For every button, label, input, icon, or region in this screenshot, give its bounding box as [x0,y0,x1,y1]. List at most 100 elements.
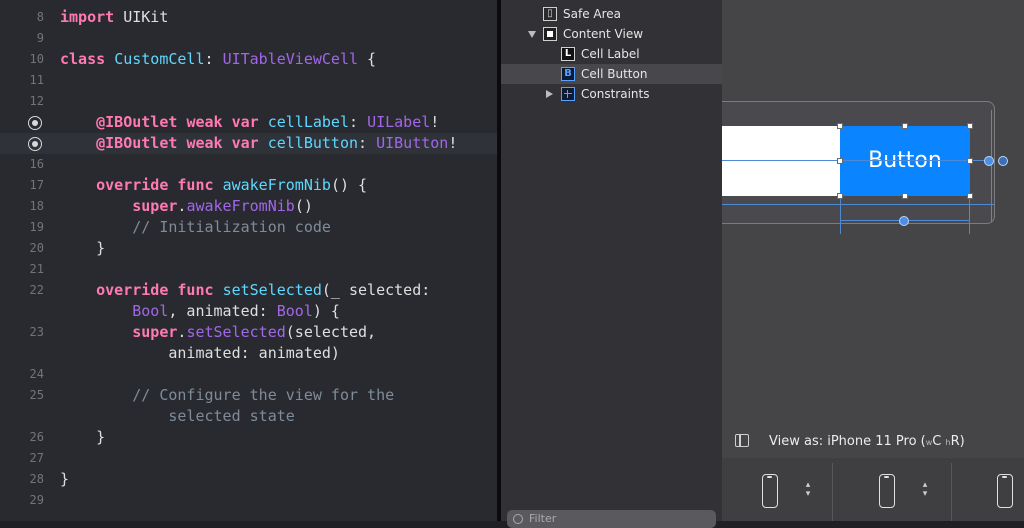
code-token: cellLabel [267,113,349,131]
constraint-line [722,160,994,161]
resize-handle[interactable] [902,123,908,129]
outline-item-constraints[interactable]: Constraints [501,84,722,104]
code-text: // Configure the view for the [60,385,394,406]
iphone-device-icon[interactable] [997,474,1013,508]
code-line[interactable]: animated: animated) [0,343,497,364]
code-line[interactable]: 13 @IBOutlet weak var cellLabel: UILabel… [0,112,497,133]
iphone-device-icon[interactable] [879,474,895,508]
code-token: var [231,113,259,131]
code-line[interactable]: 21 [0,259,497,280]
orientation-stepper-icon[interactable]: ▴ ▾ [920,481,930,499]
code-line[interactable]: 11 [0,70,497,91]
code-text: import UIKit [60,7,168,28]
orientation-stepper-icon[interactable]: ▴ ▾ [803,481,813,499]
outline-item-content-view[interactable]: Content View [501,24,722,44]
code-line[interactable]: 14 @IBOutlet weak var cellButton: UIButt… [0,133,497,154]
code-token: setSelected [222,281,322,299]
code-line[interactable]: 28} [0,469,497,490]
code-token: (selected, [285,323,377,341]
code-line[interactable]: 25 // Configure the view for the [0,385,497,406]
code-token: UIButton [376,134,449,152]
code-line[interactable]: 9 [0,28,497,49]
code-token: // Configure the view for the [132,386,395,404]
disclosure-expanded-icon[interactable] [528,31,536,38]
constraints-icon [561,87,575,101]
code-token: Bool [132,302,169,320]
filter-icon [513,514,523,524]
code-line[interactable]: 12 [0,91,497,112]
code-line[interactable]: 18 super.awakeFromNib() [0,196,497,217]
iphone-device-icon[interactable] [762,474,778,508]
line-number: 8 [36,10,44,24]
code-token: } [60,470,70,488]
line-number: 16 [29,157,44,171]
code-text: override func setSelected(_ selected: [60,280,430,301]
code-text: // Initialization code [60,217,331,238]
code-token: } [60,428,106,446]
code-line[interactable]: Bool, animated: Bool) { [0,301,497,322]
code-token: setSelected [186,323,286,341]
constraint-line [722,204,994,205]
toggle-outline-icon[interactable] [735,434,749,447]
resize-handle[interactable] [837,158,843,164]
code-line[interactable]: 20 } [0,238,497,259]
code-line[interactable]: 16 [0,154,497,175]
code-line[interactable]: 26 } [0,427,497,448]
code-line[interactable]: 29 [0,490,497,511]
constraint-badge[interactable] [899,216,909,226]
code-line[interactable]: 23 super.setSelected(selected, [0,322,497,343]
cell-label-view[interactable] [722,126,840,196]
line-number: 9 [36,31,44,45]
resize-handle[interactable] [837,193,843,199]
resize-handle[interactable] [967,158,973,164]
code-line[interactable]: 8 import UIKit [0,7,497,28]
outline-item-cell-button[interactable]: B Cell Button [501,64,722,84]
code-token: , animated: [168,302,277,320]
code-token: func [177,176,214,194]
code-token: super [132,323,178,341]
outlet-connection-icon[interactable] [28,137,42,151]
resize-handle[interactable] [837,123,843,129]
code-token: () { [330,176,368,194]
view-as-label: View as: iPhone 11 Pro (wC hR) [769,434,965,449]
code-token: var [231,134,259,152]
line-number: 10 [29,52,44,66]
code-line[interactable]: 22 override func setSelected(_ selected: [0,280,497,301]
code-token: ! [430,113,440,131]
constraint-line [969,196,970,234]
code-token: (_ selected: [321,281,431,299]
line-number: 28 [29,472,44,486]
code-line[interactable]: 17 override func awakeFromNib() { [0,175,497,196]
constraint-badge[interactable] [984,156,994,166]
cell-button-view[interactable]: Button [840,126,970,196]
constraint-badge[interactable] [998,156,1008,166]
outline-item-cell-label[interactable]: L Cell Label [501,44,722,64]
resize-handle[interactable] [967,193,973,199]
code-line[interactable]: 24 [0,364,497,385]
resize-handle[interactable] [902,193,908,199]
disclosure-collapsed-icon[interactable] [546,90,553,98]
interface-builder-canvas[interactable]: Button View as: iPhone 11 Pro (wC hR) ▴ ▾… [722,0,1024,521]
resize-handle[interactable] [967,123,973,129]
constraint-line [991,110,992,222]
line-number: 24 [29,367,44,381]
code-token: animated: animated) [60,344,340,362]
outlet-connection-icon[interactable] [28,116,42,130]
code-text: super.awakeFromNib() [60,196,313,217]
code-line[interactable]: 27 [0,448,497,469]
divider [951,463,952,521]
code-editor[interactable]: 8 import UIKit 9 10 class CustomCell: UITabl… [0,0,497,521]
code-line[interactable]: selected state [0,406,497,427]
outline-item-safe-area[interactable]: ▯ Safe Area [501,4,722,24]
line-number: 20 [29,241,44,255]
code-line[interactable]: 19 // Initialization code [0,217,497,238]
code-line[interactable]: 10 class CustomCell: UITableViewCell { [0,49,497,70]
filter-placeholder: Filter [529,512,557,525]
outline-filter-field[interactable]: Filter [507,510,716,528]
line-number: 25 [29,388,44,402]
